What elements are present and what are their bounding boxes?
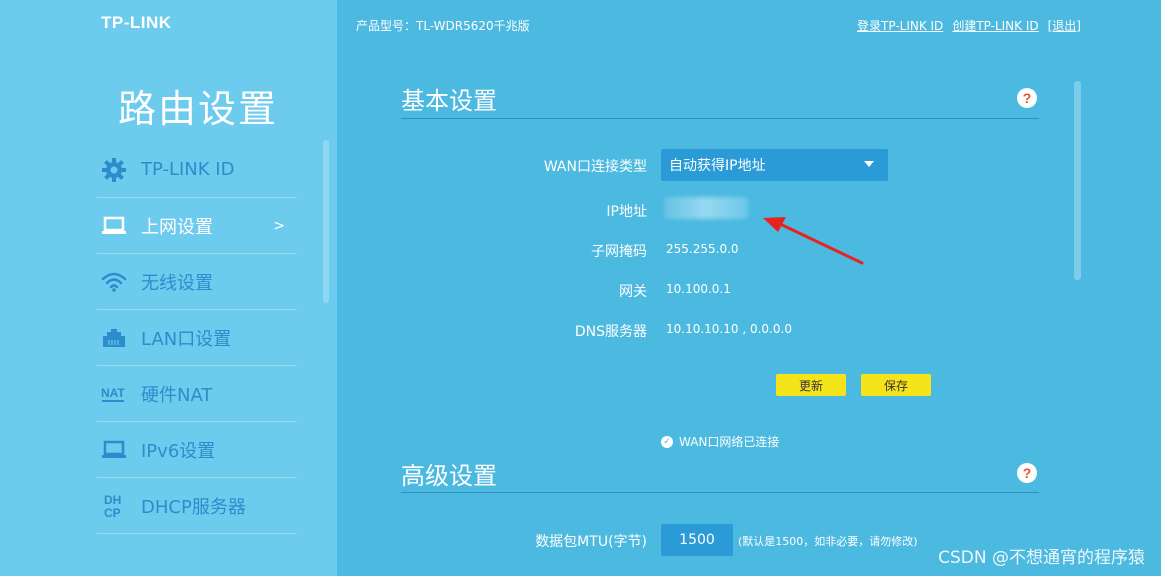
sidebar-item-label: 上网设置 — [141, 216, 213, 238]
dhcp-icon: DH CP — [97, 493, 131, 520]
account-links: 登录TP-LINK ID 创建TP-LINK ID [退出] — [857, 17, 1081, 34]
wifi-icon — [97, 269, 131, 295]
wan-status-text: WAN口网络已连接 — [679, 435, 780, 449]
sidebar-item-label: LAN口设置 — [141, 328, 232, 350]
sidebar-item-ipv6[interactable]: IPv6设置 — [97, 422, 297, 478]
login-link[interactable]: 登录TP-LINK ID — [857, 17, 943, 34]
ip-value-redacted — [664, 197, 748, 219]
chevron-down-icon — [864, 161, 874, 167]
wan-status: ✓ WAN口网络已连接 — [661, 433, 779, 450]
sidebar-item-label: DHCP服务器 — [141, 496, 246, 518]
sidebar-item-internet[interactable]: 上网设置 > — [97, 198, 297, 254]
laptop-icon — [97, 437, 131, 463]
dns-label: DNS服务器 — [574, 324, 647, 340]
sidebar-item-dhcp[interactable]: DH CP DHCP服务器 — [97, 478, 297, 534]
svg-text:DH: DH — [104, 493, 121, 507]
gateway-value: 10.100.0.1 — [666, 282, 731, 296]
wan-type-select[interactable]: 自动获得IP地址 — [661, 149, 888, 181]
logout-link[interactable]: [退出] — [1048, 17, 1081, 34]
sidebar-item-nat[interactable]: NAT 硬件NAT — [97, 366, 297, 422]
mtu-input[interactable]: 1500 — [661, 524, 733, 556]
gear-icon — [97, 157, 131, 183]
help-icon[interactable]: ? — [1017, 88, 1037, 108]
sidebar-item-wireless[interactable]: 无线设置 — [97, 254, 297, 310]
wan-type-label: WAN口连接类型 — [543, 159, 647, 175]
sidebar-nav: TP-LINK ID 上网设置 > 无线设置 LAN口设置 NAT 硬件NAT … — [97, 142, 297, 534]
laptop-icon — [97, 213, 131, 239]
dns-value: 10.10.10.10 , 0.0.0.0 — [666, 322, 792, 336]
basic-settings-title: 基本设置 — [401, 87, 497, 115]
sidebar-item-lan[interactable]: LAN口设置 — [97, 310, 297, 366]
section-divider — [401, 118, 1039, 119]
tplink-logo: TP-LINK — [101, 13, 172, 32]
svg-text:CP: CP — [104, 506, 121, 520]
section-divider — [401, 492, 1039, 493]
ip-label: IP地址 — [606, 204, 647, 220]
subnet-mask-label: 子网掩码 — [591, 244, 647, 260]
svg-text:NAT: NAT — [101, 386, 125, 400]
watermark: CSDN @不想通宵的程序猿 — [938, 548, 1145, 568]
mtu-label: 数据包MTU(字节) — [535, 534, 647, 550]
main-scrollbar[interactable] — [1074, 81, 1081, 280]
sidebar-scrollbar[interactable] — [323, 140, 329, 303]
nat-icon: NAT — [97, 381, 131, 407]
sidebar-item-label: 硬件NAT — [141, 384, 213, 406]
sidebar-item-tplink-id[interactable]: TP-LINK ID — [97, 142, 297, 198]
create-account-link[interactable]: 创建TP-LINK ID — [952, 17, 1038, 34]
gateway-label: 网关 — [619, 284, 647, 300]
chevron-right-icon: > — [273, 218, 285, 234]
sidebar-item-label: 无线设置 — [141, 272, 213, 294]
subnet-mask-value: 255.255.0.0 — [666, 242, 739, 256]
wan-type-value: 自动获得IP地址 — [669, 158, 766, 174]
advanced-settings-title: 高级设置 — [401, 462, 497, 490]
product-model: 产品型号：TL-WDR5620千兆版 — [356, 19, 530, 33]
refresh-button[interactable]: 更新 — [776, 374, 846, 396]
sidebar: TP-LINK 路由设置 TP-LINK ID 上网设置 > 无线设置 LAN口… — [0, 0, 337, 576]
sidebar-title: 路由设置 — [118, 87, 279, 131]
help-icon[interactable]: ? — [1017, 463, 1037, 483]
save-button[interactable]: 保存 — [861, 374, 931, 396]
mtu-hint: (默认是1500，如非必要，请勿修改) — [738, 535, 918, 548]
lan-port-icon — [97, 325, 131, 351]
sidebar-item-label: TP-LINK ID — [141, 159, 235, 180]
check-icon: ✓ — [661, 435, 673, 448]
sidebar-item-label: IPv6设置 — [141, 440, 216, 462]
